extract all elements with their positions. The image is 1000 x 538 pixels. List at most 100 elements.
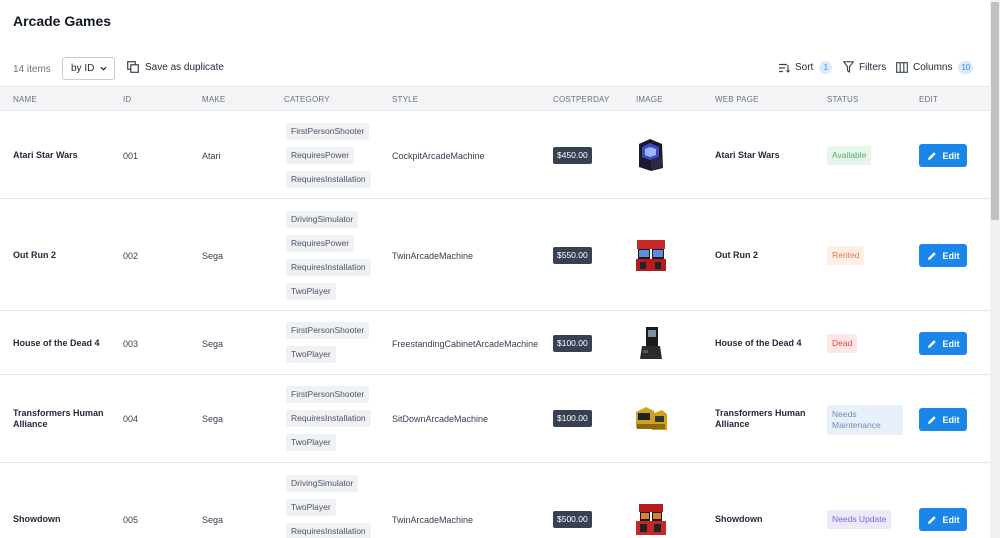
table-row[interactable]: Showdown 005 Sega DrivingSimulator TwoPl…: [0, 463, 990, 538]
table-row[interactable]: Out Run 2 002 Sega DrivingSimulator Requ…: [0, 199, 990, 311]
edit-label: Edit: [942, 250, 960, 261]
category-tag: TwoPlayer: [286, 346, 336, 363]
column-header-edit[interactable]: EDIT: [919, 95, 938, 104]
twin-racing-cabinet-icon: [636, 504, 666, 535]
column-header-status[interactable]: STATUS: [827, 95, 859, 104]
columns-icon: [896, 62, 908, 73]
item-count: 14 items: [13, 64, 51, 75]
row-name: Transformers Human Alliance: [13, 408, 104, 429]
page-title: Arcade Games: [13, 13, 112, 29]
row-web-page-link[interactable]: Out Run 2: [715, 250, 815, 261]
status-badge: Needs Maintenance: [827, 405, 903, 435]
edit-button[interactable]: Edit: [919, 144, 967, 167]
status-badge: Available: [827, 146, 872, 165]
table-row[interactable]: House of the Dead 4 003 Sega FirstPerson…: [0, 311, 990, 375]
status-badge: Dead: [827, 334, 858, 353]
category-tag: RequiresInstallation: [286, 171, 371, 188]
row-web-page-link[interactable]: Transformers Human Alliance: [715, 408, 815, 430]
status-badge: Needs Update: [827, 510, 892, 529]
row-categories: FirstPersonShooter RequiresInstallation …: [286, 386, 371, 458]
scrollbar-thumb[interactable]: [991, 2, 999, 220]
pencil-icon: [927, 515, 936, 524]
row-style: TwinArcadeMachine: [392, 251, 474, 261]
row-style: FreestandingCabinetArcadeMachine: [392, 339, 539, 349]
pencil-icon: [927, 415, 936, 424]
table-row[interactable]: Transformers Human Alliance 004 Sega Fir…: [0, 375, 990, 463]
category-tag: RequiresPower: [286, 235, 355, 252]
row-id: 004: [123, 414, 139, 424]
column-header-costperday[interactable]: COSTPERDAY: [553, 95, 610, 104]
edit-button[interactable]: Edit: [919, 244, 967, 267]
row-style: TwinArcadeMachine: [392, 515, 474, 525]
row-make: Sega: [202, 414, 224, 424]
sitdown-cabinet-icon: [636, 407, 667, 430]
table-header: NAME ID MAKE CATEGORY STYLE COSTPERDAY I…: [0, 86, 990, 111]
edit-label: Edit: [942, 150, 960, 161]
row-make: Sega: [202, 339, 224, 349]
row-web-page-link[interactable]: House of the Dead 4: [715, 338, 815, 349]
edit-button[interactable]: Edit: [919, 332, 967, 355]
pencil-icon: [927, 151, 936, 160]
row-web-page-link[interactable]: Atari Star Wars: [715, 150, 815, 161]
column-header-image[interactable]: IMAGE: [636, 95, 663, 104]
columns-count-badge: 10: [958, 61, 974, 74]
vertical-scrollbar[interactable]: [990, 0, 1000, 538]
duplicate-label: Save as duplicate: [145, 61, 224, 73]
columns-label: Columns: [913, 62, 953, 73]
column-header-category[interactable]: CATEGORY: [284, 95, 330, 104]
row-name: Out Run 2: [13, 250, 56, 260]
row-style: CockpitArcadeMachine: [392, 151, 485, 161]
row-id: 005: [123, 515, 139, 525]
row-style: SitDownArcadeMachine: [392, 414, 489, 424]
category-tag: RequiresInstallation: [286, 410, 371, 427]
sort-label: Sort: [795, 62, 814, 73]
edit-button[interactable]: Edit: [919, 408, 967, 431]
category-tag: FirstPersonShooter: [286, 322, 370, 339]
columns-button[interactable]: Columns 10: [896, 61, 974, 74]
column-header-make[interactable]: MAKE: [202, 95, 225, 104]
sort-button[interactable]: Sort 1: [778, 61, 833, 74]
sort-by-select[interactable]: by ID: [62, 57, 115, 80]
upright-cabinet-icon: [640, 327, 662, 359]
arcade-cabinet-icon: [639, 139, 663, 171]
save-as-duplicate-button[interactable]: Save as duplicate: [127, 61, 224, 73]
category-tag: TwoPlayer: [286, 283, 336, 300]
row-id: 001: [123, 151, 139, 161]
cost-badge: $100.00: [553, 410, 592, 427]
sort-count-badge: 1: [819, 61, 833, 74]
category-tag: DrivingSimulator: [286, 211, 359, 228]
row-categories: FirstPersonShooter TwoPlayer: [286, 322, 370, 370]
category-tag: RequiresInstallation: [286, 259, 371, 276]
pencil-icon: [927, 339, 936, 348]
edit-label: Edit: [942, 514, 960, 525]
sort-by-value: by ID: [71, 63, 95, 74]
filter-icon: [843, 61, 854, 73]
column-header-id[interactable]: ID: [123, 95, 131, 104]
column-header-web-page[interactable]: WEB PAGE: [715, 95, 759, 104]
row-categories: DrivingSimulator TwoPlayer RequiresInsta…: [286, 475, 371, 538]
toolbar: 14 items by ID Save as duplicate Sort 1 …: [0, 57, 990, 81]
row-make: Atari: [202, 151, 221, 161]
duplicate-icon: [127, 61, 139, 73]
column-header-style[interactable]: STYLE: [392, 95, 418, 104]
table-row[interactable]: Atari Star Wars 001 Atari FirstPersonSho…: [0, 111, 990, 199]
edit-label: Edit: [942, 338, 960, 349]
column-header-name[interactable]: NAME: [13, 95, 37, 104]
row-web-page-link[interactable]: Showdown: [715, 514, 815, 525]
cost-badge: $450.00: [553, 147, 592, 164]
row-id: 002: [123, 251, 139, 261]
filters-button[interactable]: Filters: [843, 61, 886, 73]
row-categories: DrivingSimulator RequiresPower RequiresI…: [286, 211, 371, 307]
edit-button[interactable]: Edit: [919, 508, 967, 531]
row-make: Sega: [202, 251, 224, 261]
row-name: Showdown: [13, 514, 61, 524]
row-name: Atari Star Wars: [13, 150, 78, 160]
cost-badge: $500.00: [553, 511, 592, 528]
category-tag: TwoPlayer: [286, 434, 336, 451]
row-name: House of the Dead 4: [13, 338, 100, 348]
cost-badge: $550.00: [553, 247, 592, 264]
status-badge: Rented: [827, 246, 865, 265]
filters-label: Filters: [859, 61, 887, 73]
category-tag: RequiresInstallation: [286, 523, 371, 538]
cost-badge: $100.00: [553, 335, 592, 352]
